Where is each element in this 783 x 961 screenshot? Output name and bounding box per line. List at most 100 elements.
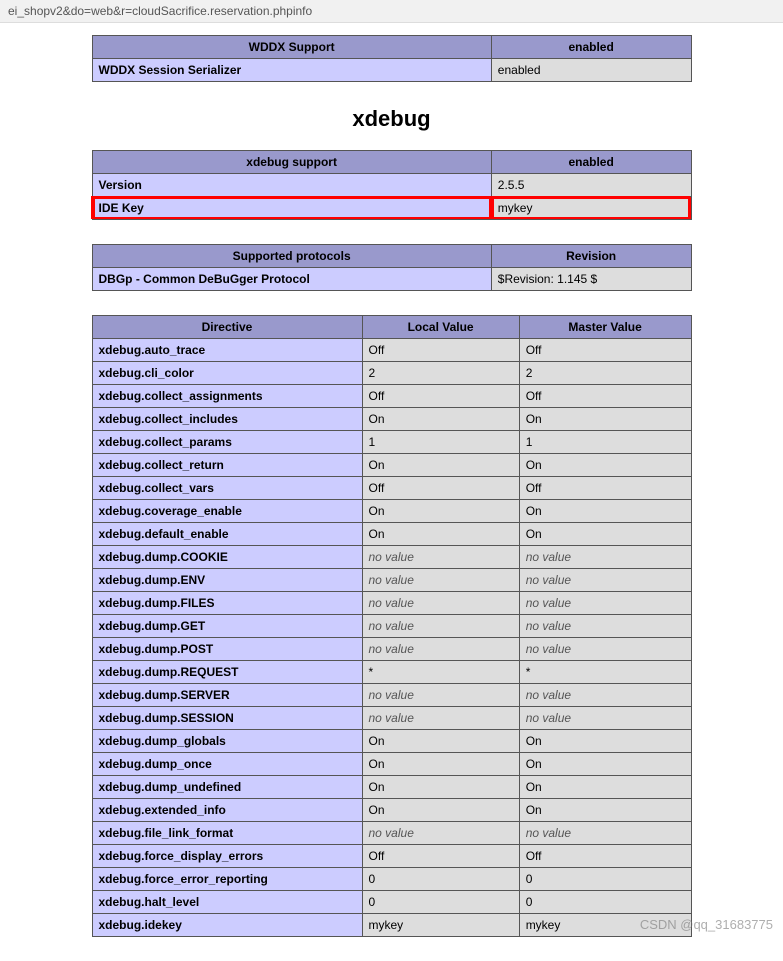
table-row: xdebug.collect_params11 bbox=[92, 431, 691, 454]
local-value: Off bbox=[362, 385, 519, 408]
protocol-name: DBGp - Common DeBuGger Protocol bbox=[92, 268, 491, 291]
table-row: IDE Keymykey bbox=[92, 197, 691, 220]
local-value: 0 bbox=[362, 868, 519, 891]
master-value: On bbox=[519, 500, 691, 523]
protocols-header-left: Supported protocols bbox=[92, 245, 491, 268]
local-value: On bbox=[362, 776, 519, 799]
directive-name: xdebug.extended_info bbox=[92, 799, 362, 822]
directive-name: xdebug.dump.FILES bbox=[92, 592, 362, 615]
table-row: WDDX Session Serializerenabled bbox=[92, 59, 691, 82]
local-value: no value bbox=[362, 615, 519, 638]
table-row: xdebug.cli_color22 bbox=[92, 362, 691, 385]
directive-name: xdebug.force_display_errors bbox=[92, 845, 362, 868]
table-row: xdebug.idekeymykeymykey bbox=[92, 914, 691, 937]
master-value: On bbox=[519, 408, 691, 431]
table-row: xdebug.force_display_errorsOffOff bbox=[92, 845, 691, 868]
master-value: 1 bbox=[519, 431, 691, 454]
wddx-header-right: enabled bbox=[491, 36, 691, 59]
local-value: no value bbox=[362, 592, 519, 615]
directive-value: mykey bbox=[491, 197, 691, 220]
directive-name: xdebug.collect_params bbox=[92, 431, 362, 454]
directive-name: xdebug.default_enable bbox=[92, 523, 362, 546]
directive-name: xdebug.dump.REQUEST bbox=[92, 661, 362, 684]
table-row: xdebug.collect_returnOnOn bbox=[92, 454, 691, 477]
local-value: On bbox=[362, 799, 519, 822]
local-value: On bbox=[362, 753, 519, 776]
master-value: 0 bbox=[519, 868, 691, 891]
directive-value: 2.5.5 bbox=[491, 174, 691, 197]
directive-name: xdebug.dump.SERVER bbox=[92, 684, 362, 707]
master-value: Off bbox=[519, 385, 691, 408]
wddx-table: WDDX Support enabled WDDX Session Serial… bbox=[92, 35, 692, 82]
directive-name: xdebug.cli_color bbox=[92, 362, 362, 385]
directive-name: Version bbox=[92, 174, 491, 197]
table-row: xdebug.default_enableOnOn bbox=[92, 523, 691, 546]
table-row: xdebug.extended_infoOnOn bbox=[92, 799, 691, 822]
table-row: xdebug.halt_level00 bbox=[92, 891, 691, 914]
directive-name: xdebug.collect_includes bbox=[92, 408, 362, 431]
url-bar[interactable]: ei_shopv2&do=web&r=cloudSacrifice.reserv… bbox=[0, 0, 783, 23]
directive-name: xdebug.halt_level bbox=[92, 891, 362, 914]
directives-header-local: Local Value bbox=[362, 316, 519, 339]
master-value: On bbox=[519, 523, 691, 546]
table-row: Version2.5.5 bbox=[92, 174, 691, 197]
local-value: no value bbox=[362, 638, 519, 661]
local-value: Off bbox=[362, 477, 519, 500]
table-row: xdebug.force_error_reporting00 bbox=[92, 868, 691, 891]
directive-name: xdebug.dump.SESSION bbox=[92, 707, 362, 730]
table-row: xdebug.file_link_formatno valueno value bbox=[92, 822, 691, 845]
directive-name: xdebug.dump_once bbox=[92, 753, 362, 776]
local-value: mykey bbox=[362, 914, 519, 937]
table-row: xdebug.auto_traceOffOff bbox=[92, 339, 691, 362]
table-row: xdebug.dump.REQUEST** bbox=[92, 661, 691, 684]
directive-name: xdebug.dump.POST bbox=[92, 638, 362, 661]
local-value: 1 bbox=[362, 431, 519, 454]
xdebug-support-table: xdebug support enabled Version2.5.5IDE K… bbox=[92, 150, 692, 220]
directive-name: xdebug.dump.ENV bbox=[92, 569, 362, 592]
master-value: Off bbox=[519, 845, 691, 868]
master-value: no value bbox=[519, 822, 691, 845]
directive-name: xdebug.auto_trace bbox=[92, 339, 362, 362]
directive-value: enabled bbox=[491, 59, 691, 82]
local-value: On bbox=[362, 500, 519, 523]
section-title: xdebug bbox=[92, 106, 692, 132]
table-row: xdebug.dump.SERVERno valueno value bbox=[92, 684, 691, 707]
local-value: * bbox=[362, 661, 519, 684]
local-value: On bbox=[362, 454, 519, 477]
table-row: xdebug.collect_includesOnOn bbox=[92, 408, 691, 431]
table-row: xdebug.dump.ENVno valueno value bbox=[92, 569, 691, 592]
master-value: no value bbox=[519, 707, 691, 730]
local-value: no value bbox=[362, 569, 519, 592]
master-value: no value bbox=[519, 615, 691, 638]
table-row: xdebug.dump.COOKIEno valueno value bbox=[92, 546, 691, 569]
local-value: no value bbox=[362, 707, 519, 730]
directives-header-directive: Directive bbox=[92, 316, 362, 339]
table-row: xdebug.dump.GETno valueno value bbox=[92, 615, 691, 638]
protocols-header-right: Revision bbox=[491, 245, 691, 268]
local-value: On bbox=[362, 730, 519, 753]
master-value: * bbox=[519, 661, 691, 684]
table-row: xdebug.dump.FILESno valueno value bbox=[92, 592, 691, 615]
directive-name: xdebug.force_error_reporting bbox=[92, 868, 362, 891]
local-value: no value bbox=[362, 546, 519, 569]
table-row: xdebug.dump.SESSIONno valueno value bbox=[92, 707, 691, 730]
local-value: On bbox=[362, 408, 519, 431]
directive-name: IDE Key bbox=[92, 197, 491, 220]
directive-name: WDDX Session Serializer bbox=[92, 59, 491, 82]
directive-name: xdebug.dump.GET bbox=[92, 615, 362, 638]
directive-name: xdebug.dump_globals bbox=[92, 730, 362, 753]
local-value: Off bbox=[362, 339, 519, 362]
table-row: xdebug.dump.POSTno valueno value bbox=[92, 638, 691, 661]
master-value: no value bbox=[519, 638, 691, 661]
table-row: xdebug.collect_assignmentsOffOff bbox=[92, 385, 691, 408]
wddx-header-left: WDDX Support bbox=[92, 36, 491, 59]
directive-name: xdebug.collect_assignments bbox=[92, 385, 362, 408]
table-row: xdebug.dump_onceOnOn bbox=[92, 753, 691, 776]
url-text: ei_shopv2&do=web&r=cloudSacrifice.reserv… bbox=[8, 4, 312, 18]
directive-name: xdebug.dump_undefined bbox=[92, 776, 362, 799]
table-row: xdebug.dump_globalsOnOn bbox=[92, 730, 691, 753]
xdebug-support-header-right: enabled bbox=[491, 151, 691, 174]
master-value: On bbox=[519, 776, 691, 799]
directives-header-master: Master Value bbox=[519, 316, 691, 339]
directives-table: Directive Local Value Master Value xdebu… bbox=[92, 315, 692, 937]
